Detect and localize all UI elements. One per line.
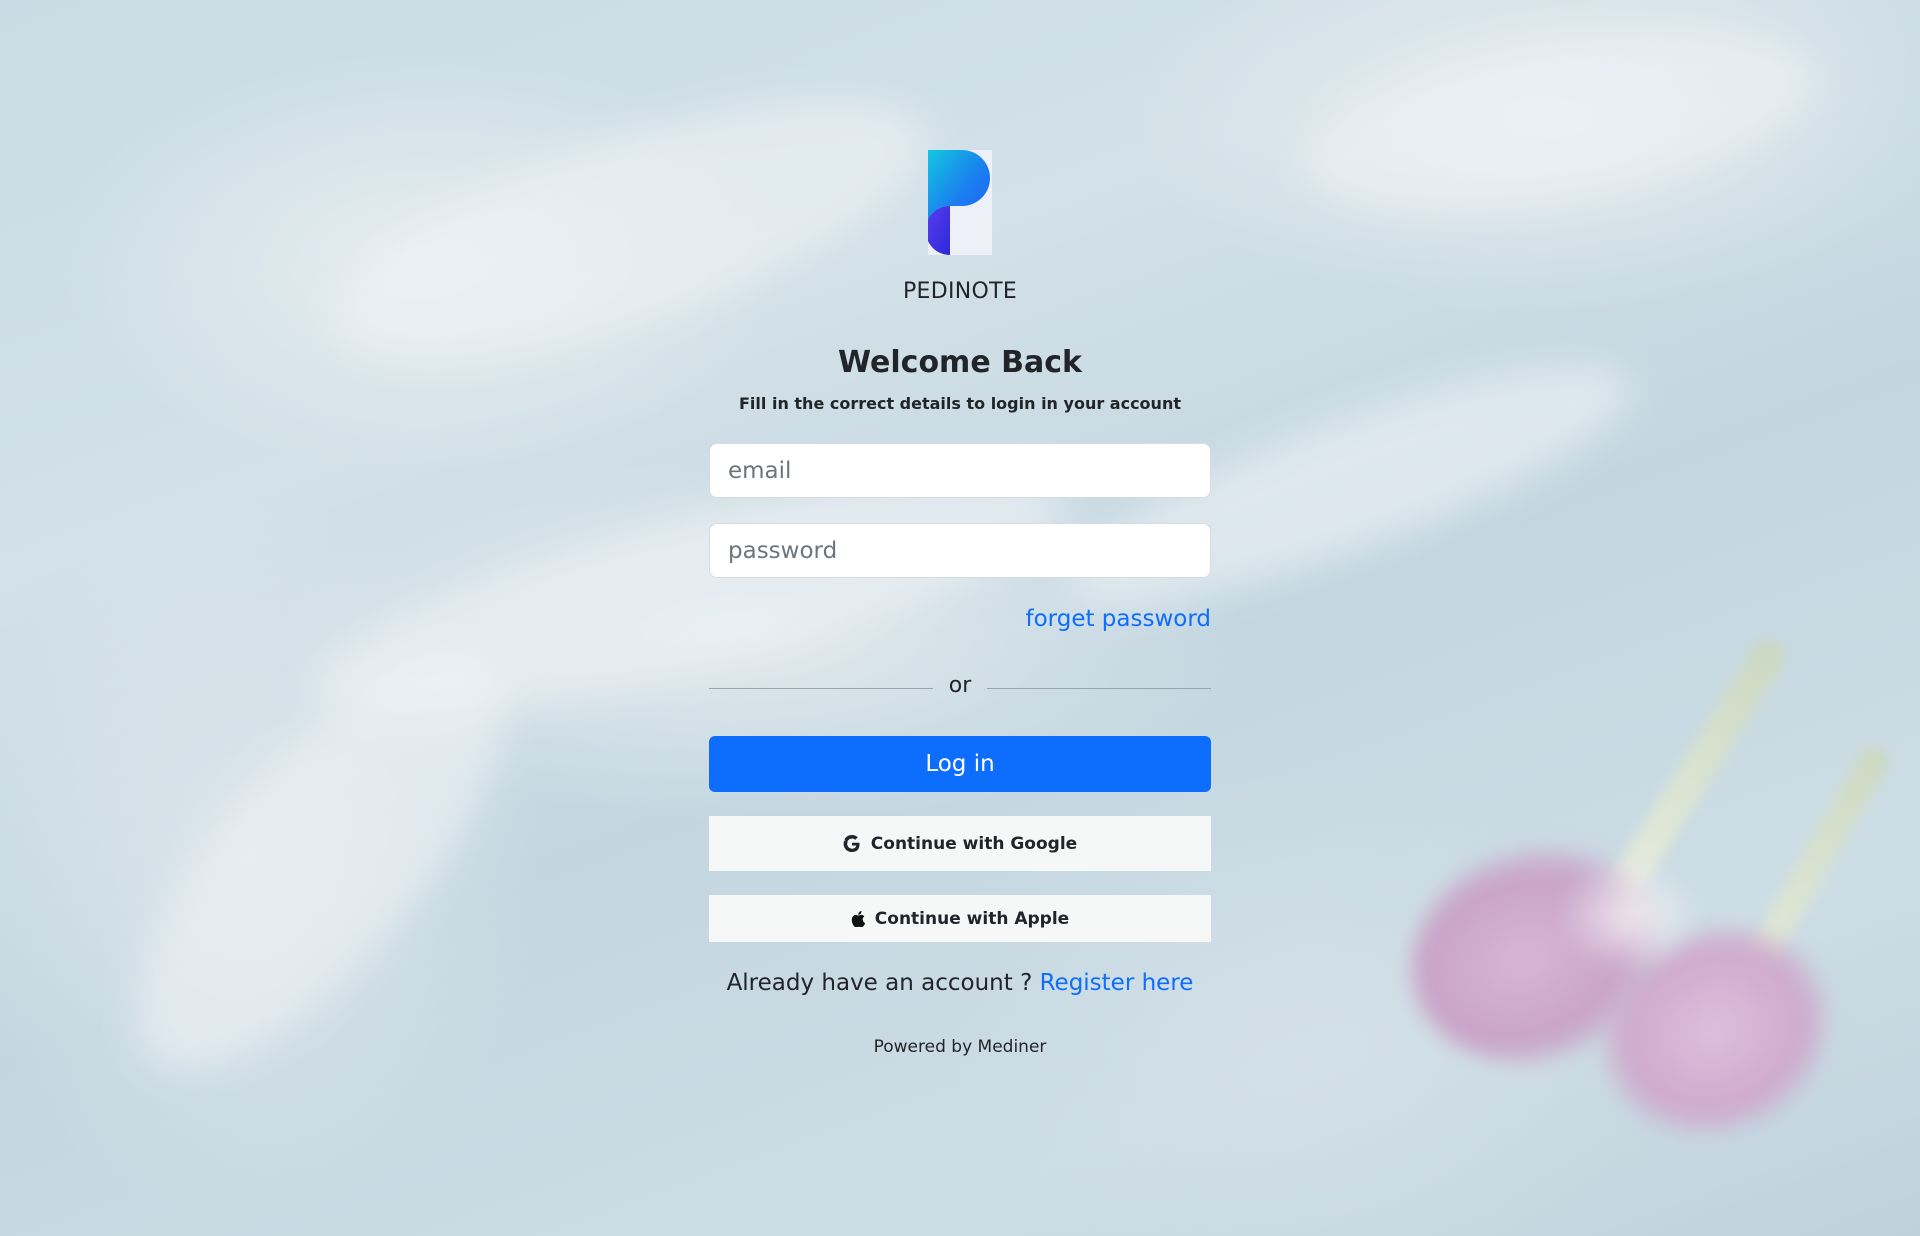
- background-streak: [1290, 0, 1830, 244]
- google-button-label: Continue with Google: [870, 833, 1078, 854]
- login-page: PEDINOTE Welcome Back Fill in the correc…: [0, 0, 1920, 1236]
- divider-line-right: [987, 688, 1211, 689]
- register-here-link[interactable]: Register here: [1040, 970, 1194, 996]
- google-g-icon: [843, 834, 861, 853]
- or-divider: or: [709, 672, 1211, 704]
- brand-name: PEDINOTE: [902, 279, 1018, 304]
- page-title: Welcome Back: [838, 345, 1082, 380]
- continue-with-apple-button[interactable]: Continue with Apple: [709, 895, 1211, 942]
- register-prompt: Already have an account ? Register here: [709, 970, 1211, 996]
- pedinote-p-logo-icon: [925, 150, 992, 255]
- password-input[interactable]: [709, 523, 1211, 578]
- divider-text: or: [948, 673, 972, 698]
- email-input[interactable]: [709, 443, 1211, 498]
- page-subtitle: Fill in the correct details to login in …: [739, 394, 1181, 413]
- apple-button-label: Continue with Apple: [874, 908, 1070, 929]
- apple-icon: [851, 910, 865, 927]
- continue-with-google-button[interactable]: Continue with Google: [709, 816, 1211, 871]
- login-button[interactable]: Log in: [709, 736, 1211, 792]
- register-prompt-text: Already have an account ?: [726, 970, 1033, 996]
- forget-password-link[interactable]: forget password: [1026, 606, 1212, 632]
- powered-by-text: Powered by Mediner: [873, 1037, 1047, 1057]
- flower-petal: [1560, 860, 1700, 970]
